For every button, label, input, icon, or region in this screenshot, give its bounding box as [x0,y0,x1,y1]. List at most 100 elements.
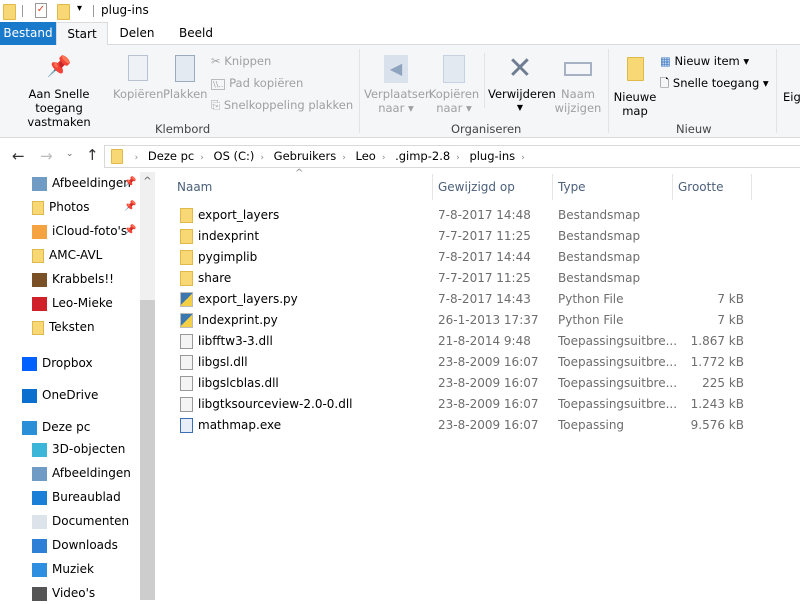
nav-item[interactable]: Muziek [32,558,94,580]
dll-file-icon [180,334,193,349]
file-date: 7-7-2017 11:25 [438,271,531,285]
file-name: export_layers.py [198,292,298,306]
copy-path-button[interactable]: \\.. Pad kopiëren [211,76,303,92]
nav-item[interactable]: Leo-Mieke [32,292,113,314]
nav-item[interactable]: Afbeeldingen [32,172,131,194]
column-divider[interactable] [432,174,433,200]
properties-button[interactable]: Eig [783,90,800,104]
nav-item[interactable]: iCloud-foto's [32,220,127,242]
new-folder-quick-icon[interactable] [57,4,70,20]
file-name: Indexprint.py [198,313,278,327]
scroll-up-icon[interactable]: ^ [140,176,155,187]
folder-icon [180,250,193,265]
file-row[interactable]: export_layers.py 7-8-2017 14:43 Python Fil… [170,289,760,310]
breadcrumb-gebruikers[interactable]: Gebruikers [274,146,337,167]
file-row[interactable]: libgslcblas.dll 23-8-2009 16:07 Toepassing… [170,373,760,394]
nav-scrollbar-thumb[interactable] [140,300,155,600]
dll-file-icon [180,355,193,370]
pin-quick-access-button[interactable]: 📌 Aan Snelle toegang vastmaken [4,56,114,129]
breadcrumb-separator[interactable]: › [135,153,139,163]
nav-item[interactable]: Video's [32,582,95,604]
forward-arrow-icon[interactable]: → [40,147,53,165]
cut-button[interactable]: ✂ Knippen [211,54,271,68]
documents-icon [32,514,47,529]
rename-button[interactable]: Naam wijzigen [554,55,602,115]
tab-bestand[interactable]: Bestand [0,22,56,45]
nav-item[interactable]: OneDrive [22,384,98,406]
new-item-button[interactable]: ▦ Nieuw item ▾ [660,54,749,68]
nav-item[interactable]: Downloads [32,534,118,556]
paste-button[interactable]: Plakken [163,55,207,101]
delete-button[interactable]: ✕ Verwijderen ▼ [488,51,556,115]
file-row[interactable]: libfftw3-3.dll 21-8-2014 9:48 Toepassingsu… [170,331,760,352]
nav-item[interactable]: AMC-AVL [32,244,102,266]
nav-item[interactable]: Documenten [32,510,129,532]
easy-access-button[interactable]: 🗋 Snelle toegang ▾ [660,76,769,90]
column-header-size[interactable]: Grootte [678,176,723,198]
title-bar: ✓ ▾ plug-ins [0,0,800,22]
pin-icon: 📌 [124,225,137,236]
file-row[interactable]: pygimplib 7-8-2017 14:44 Bestandsmap [170,247,760,268]
ribbon-tabs: Bestand Start Delen Beeld [0,22,800,46]
file-row[interactable]: share 7-7-2017 11:25 Bestandsmap [170,268,760,289]
breadcrumb-plug-ins[interactable]: plug-ins [469,146,515,167]
paste-label: Plakken [163,87,208,101]
scissors-icon: ✂ [211,54,225,68]
group-label-clipboard: Klembord [155,122,211,136]
tab-beeld[interactable]: Beeld [170,22,222,45]
new-folder-label-2: map [622,104,648,118]
nav-item-label: 3D-objecten [52,442,126,456]
nav-item[interactable]: Deze pc [22,416,90,438]
tab-start[interactable]: Start [56,22,108,46]
breadcrumb-deze-pc[interactable]: Deze pc [148,146,194,167]
address-bar[interactable]: › Deze pc › OS (C:) › Gebruikers › Leo › .gi… [104,145,800,168]
nav-item[interactable]: Krabbels!! [32,268,114,290]
file-row[interactable]: export_layers 7-8-2017 14:48 Bestandsmap [170,205,760,226]
file-row[interactable]: mathmap.exe 23-8-2009 16:07 Toepassing 9.57… [170,415,760,436]
nav-item[interactable]: Afbeeldingen [32,462,131,484]
folder-icon [3,4,16,20]
pictures-icon [32,466,47,481]
column-divider[interactable] [672,174,673,200]
file-row[interactable]: Indexprint.py 26-1-2013 17:37 Python File 7… [170,310,760,331]
dropbox-icon [22,356,37,371]
move-icon: ◀ [384,55,408,83]
file-date: 7-8-2017 14:48 [438,208,531,222]
nav-item[interactable]: Bureaublad [32,486,121,508]
column-header-date[interactable]: Gewijzigd op [438,176,515,198]
file-row[interactable]: libgsl.dll 23-8-2009 16:07 Toepassingsuitb… [170,352,760,373]
column-header-name[interactable]: Naam [177,176,212,198]
pin-label-1: Aan Snelle toegang [28,87,90,115]
copy-to-button[interactable]: Kopiëren naar ▾ [428,55,480,115]
column-divider[interactable] [751,174,752,200]
breadcrumb-gimp[interactable]: .gimp-2.8 [395,146,450,167]
dll-file-icon [180,376,193,391]
paste-shortcut-button[interactable]: ⎘ Snelkoppeling plakken [211,98,353,112]
file-date: 21-8-2014 9:48 [438,334,531,348]
file-size: 1.867 kB [690,334,744,348]
back-arrow-icon[interactable]: ← [12,147,25,165]
nav-item-label: Downloads [52,538,118,552]
up-arrow-icon[interactable]: ↑ [86,146,99,164]
copy-button[interactable]: Kopiëren [113,55,163,101]
file-row[interactable]: libgtksourceview-2.0-0.dll 23-8-2009 16:0… [170,394,760,415]
customize-quick-access-icon[interactable]: ▾ [77,3,82,14]
file-name: export_layers [198,208,280,222]
move-to-button[interactable]: ◀ Verplaatsen naar ▾ [364,55,432,115]
file-row[interactable]: indexprint 7-7-2017 11:25 Bestandsmap [170,226,760,247]
nav-item[interactable]: 3D-objecten [32,438,125,460]
new-folder-button[interactable]: Nieuwe map [612,57,658,118]
column-header-type[interactable]: Type [558,176,586,198]
nav-item[interactable]: Teksten [32,316,95,338]
breadcrumb-leo[interactable]: Leo [355,146,375,167]
recent-locations-chevron-icon[interactable]: ⌄ [66,149,74,159]
nav-item[interactable]: Dropbox [22,352,93,374]
tab-delen[interactable]: Delen [112,22,162,45]
nav-item-label: Documenten [52,514,130,528]
breadcrumb-os-c[interactable]: OS (C:) [214,146,255,167]
column-divider[interactable] [552,174,553,200]
computer-icon [22,420,37,435]
rename-icon [564,62,592,76]
properties-quick-icon[interactable]: ✓ [35,3,47,18]
nav-item[interactable]: Photos [32,196,89,218]
